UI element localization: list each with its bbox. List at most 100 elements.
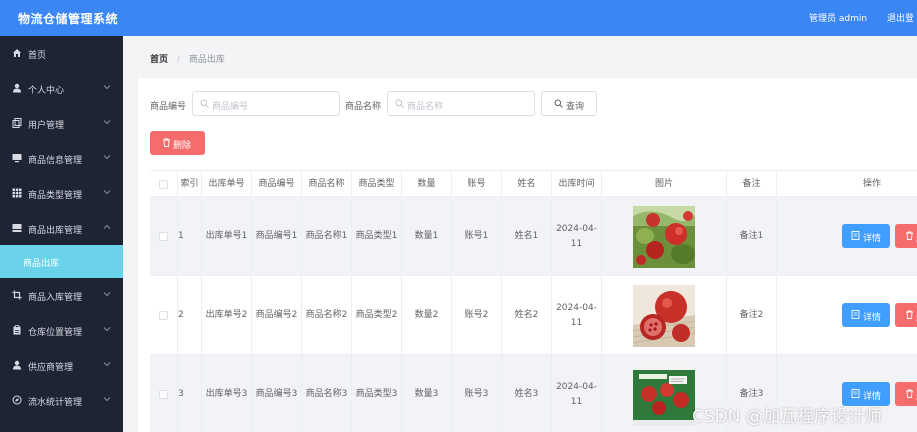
product-name-label: 商品名称 [345, 102, 382, 112]
table-row: 1 出库单号1 商品编号1 商品名称1 商品类型1 数量1 账号1 姓名1 20… [150, 197, 917, 276]
product-image-pomegranate-box[interactable] [633, 363, 695, 426]
cell-text: 备注3 [739, 389, 764, 399]
column-header: 图片 [602, 171, 727, 198]
chevron-up-icon [103, 224, 111, 229]
cell-text: 商品名称2 [305, 310, 348, 320]
chevron-down-icon [103, 362, 111, 367]
cell-text: 商品名称3 [305, 389, 348, 399]
column-header: 备注 [727, 171, 777, 198]
sidebar-item-label: 商品信息管理 [28, 156, 83, 166]
sidebar-item-statistics[interactable]: 流水统计管理 [0, 383, 123, 418]
product-image-pomegranate-tree[interactable] [633, 205, 695, 268]
column-header: 商品名称 [302, 171, 352, 198]
cell-text: 商品编号3 [255, 389, 298, 399]
cell-text: 出库单号2 [205, 310, 248, 320]
cell-index: 1 [178, 197, 202, 276]
row-checkbox[interactable] [159, 390, 168, 399]
row-delete-button[interactable]: 删除 [895, 303, 917, 327]
product-image-pomegranate-cut[interactable] [633, 284, 695, 347]
cell-quantity: 数量2 [402, 276, 452, 355]
row-delete-button[interactable]: 删除 [895, 224, 917, 248]
row-checkbox[interactable] [159, 232, 168, 241]
sidebar-item-label: 首页 [28, 51, 47, 61]
column-header: 商品类型 [352, 171, 402, 198]
row-select-cell [150, 355, 178, 432]
cell-quantity: 数量1 [402, 197, 452, 276]
content-panel: 商品编号 商品编号 商品名称 商品名称 查询 删除 索引 出库单号 商品编号 商… [138, 78, 917, 432]
monitor-icon [12, 154, 22, 163]
main-content: 首页 / 商品出库 商品编号 商品编号 商品名称 商品名称 查询 删除 索引 出… [123, 36, 917, 432]
product-no-label: 商品编号 [150, 102, 187, 112]
sidebar-item-users[interactable]: 用户管理 [0, 106, 123, 141]
detail-button[interactable]: 详情 [842, 303, 890, 327]
search-icon [554, 99, 563, 108]
cell-text: 商品类型1 [355, 231, 398, 241]
chevron-down-icon [103, 120, 111, 125]
row-checkbox[interactable] [159, 311, 168, 320]
sidebar-subitem-label: 商品出库 [23, 259, 60, 269]
sidebar-item-label: 仓库位置管理 [28, 328, 83, 338]
sidebar-item-product-type[interactable]: 商品类型管理 [0, 176, 123, 211]
search-icon [395, 99, 404, 108]
sidebar-item-supplier[interactable]: 供应商管理 [0, 348, 123, 383]
user-icon [13, 83, 21, 93]
top-bar: 物流仓储管理系统 管理员 admin 退出登 [0, 0, 917, 36]
sidebar-item-inbound[interactable]: 商品入库管理 [0, 278, 123, 313]
cell-name: 姓名2 [502, 276, 552, 355]
chevron-down-icon [103, 190, 111, 195]
column-header: 出库时间 [552, 171, 602, 198]
batch-delete-button[interactable]: 删除 [150, 131, 205, 155]
cell-text: 数量2 [414, 310, 439, 320]
column-header: 出库单号 [202, 171, 252, 198]
cell-text: 出库单号3 [205, 389, 248, 399]
breadcrumb-current: 商品出库 [188, 55, 225, 65]
outbound-table: 索引 出库单号 商品编号 商品名称 商品类型 数量 账号 姓名 出库时间 图片 … [150, 170, 917, 432]
trash-icon [163, 138, 170, 147]
breadcrumb-home[interactable]: 首页 [150, 55, 168, 65]
cell-account: 账号1 [452, 197, 502, 276]
row-delete-button[interactable]: 删除 [895, 382, 917, 406]
cell-text: 账号1 [464, 231, 489, 241]
chevron-down-icon [103, 85, 111, 90]
query-button[interactable]: 查询 [541, 91, 597, 116]
select-all-checkbox[interactable] [159, 180, 168, 189]
header-select-all[interactable] [150, 171, 178, 198]
document-icon [851, 389, 860, 398]
cell-text: 账号2 [464, 310, 489, 320]
product-name-input[interactable]: 商品名称 [387, 91, 535, 116]
cell-order-no: 出库单号1 [202, 197, 252, 276]
cell-order-no: 出库单号2 [202, 276, 252, 355]
app-title: 物流仓储管理系统 [18, 12, 119, 26]
cell-name: 姓名3 [502, 355, 552, 432]
product-no-input[interactable]: 商品编号 [192, 91, 340, 116]
query-button-label: 查询 [566, 102, 585, 112]
sidebar-item-warehouse-location[interactable]: 仓库位置管理 [0, 313, 123, 348]
trash-icon [906, 231, 913, 240]
crop-icon [12, 290, 22, 300]
cell-text: 出库单号1 [205, 231, 248, 241]
detail-button-label: 详情 [863, 234, 882, 244]
cell-order-no: 出库单号3 [202, 355, 252, 432]
cell-text: 商品类型2 [355, 310, 398, 320]
sidebar-item-personal-center[interactable]: 个人中心 [0, 71, 123, 106]
logout-link[interactable]: 退出登 [887, 11, 914, 24]
current-user: 管理员 admin [809, 14, 868, 24]
cell-text: 账号3 [464, 389, 489, 399]
cell-text: 2024-04-11 [556, 223, 597, 249]
sidebar-item-outbound[interactable]: 商品出库管理 [0, 211, 123, 246]
cell-product-no: 商品编号1 [252, 197, 302, 276]
detail-button[interactable]: 详情 [842, 224, 890, 248]
clipboard-icon [13, 325, 21, 335]
cell-text: 商品名称1 [305, 231, 348, 241]
row-select-cell [150, 197, 178, 276]
cell-text: 商品类型3 [355, 389, 398, 399]
cell-text: 姓名3 [514, 389, 539, 399]
column-header: 账号 [452, 171, 502, 198]
sidebar-subitem-outbound[interactable]: 商品出库 [0, 245, 123, 278]
sidebar-item-product-info[interactable]: 商品信息管理 [0, 141, 123, 176]
sidebar-item-home[interactable]: 首页 [0, 36, 123, 71]
column-header: 商品编号 [252, 171, 302, 198]
cell-product-name: 商品名称1 [302, 197, 352, 276]
cell-product-name: 商品名称3 [302, 355, 352, 432]
cell-name: 姓名1 [502, 197, 552, 276]
